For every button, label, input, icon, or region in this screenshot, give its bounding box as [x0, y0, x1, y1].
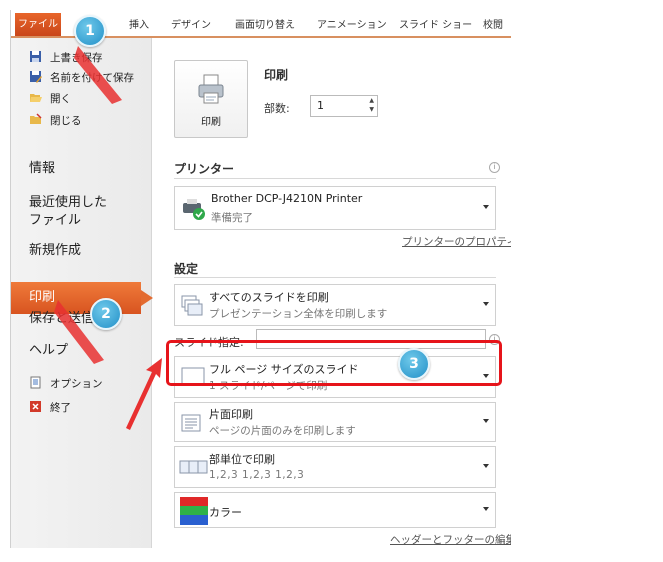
slides-subtitle: プレゼンテーション全体を印刷します: [209, 308, 388, 320]
printer-status: 準備完了: [211, 212, 253, 224]
slides-title: すべてのスライドを印刷: [209, 291, 329, 304]
slides-dropdown[interactable]: すべてのスライドを印刷 プレゼンテーション全体を印刷します: [174, 284, 496, 326]
printer-status-icon: [183, 199, 205, 220]
floppy-disk-icon: [30, 51, 41, 62]
step-badge-1: 1: [74, 15, 106, 47]
menu-item-label: 最近使用した: [29, 195, 108, 210]
collate-dropdown[interactable]: 部単位で印刷 1,2,3 1,2,3 1,2,3: [174, 446, 496, 488]
tab-slideshow[interactable]: スライド ショー: [399, 16, 472, 31]
printer-dropdown[interactable]: Brother DCP-J4210N Printer 準備完了: [174, 186, 496, 230]
menu-item-help[interactable]: ヘルプ: [29, 342, 68, 360]
color-dropdown[interactable]: カラー: [174, 492, 496, 528]
info-icon[interactable]: i: [489, 162, 500, 173]
print-title: 印刷: [264, 68, 289, 82]
tab-design[interactable]: デザイン: [171, 16, 211, 31]
printer-name: Brother DCP-J4210N Printer: [211, 192, 363, 205]
collate-subtitle: 1,2,3 1,2,3 1,2,3: [209, 469, 305, 481]
layout-highlight-box: [166, 340, 502, 386]
settings-section-title: 設定: [174, 262, 199, 276]
backstage-window: ファイル 挿入 デザイン 画面切り替え アニメーション スライド ショー 校閲 …: [10, 10, 511, 548]
menu-item-label: ファイル: [29, 213, 82, 228]
menu-item-new[interactable]: 新規作成: [29, 242, 81, 260]
menu-item-label: 終了: [50, 402, 71, 414]
save-as-icon: [30, 71, 42, 83]
chevron-down-icon: [483, 302, 489, 306]
tab-insert[interactable]: 挿入: [129, 16, 149, 31]
copies-label: 部数:: [264, 102, 290, 115]
printer-section-title: プリンター: [174, 162, 235, 176]
open-folder-icon: [30, 94, 42, 102]
collate-title: 部単位で印刷: [209, 453, 275, 466]
printer-icon: [198, 74, 224, 104]
color-title: カラー: [209, 506, 242, 519]
menu-item-save-send[interactable]: 保存と送信: [29, 310, 94, 328]
header-footer-link[interactable]: ヘッダーとフッターの編集: [390, 532, 511, 547]
chevron-down-icon: [483, 464, 489, 468]
print-button[interactable]: 印刷: [174, 60, 248, 138]
tab-file[interactable]: ファイル: [15, 13, 61, 36]
print-panel: 印刷 印刷 部数: 1 ▲ ▼ プリンター i Brother DCP-J421…: [152, 38, 511, 548]
copies-spinner[interactable]: 1 ▲ ▼: [310, 95, 378, 117]
tab-animations[interactable]: アニメーション: [317, 16, 387, 31]
step-badge-3: 3: [398, 348, 430, 380]
print-button-label: 印刷: [201, 117, 221, 128]
copies-value: 1: [317, 99, 324, 112]
all-slides-icon: [181, 295, 203, 316]
menu-item-info[interactable]: 情報: [29, 160, 55, 178]
divider: [174, 277, 496, 278]
step-badge-2: 2: [90, 298, 122, 330]
chevron-down-icon: [483, 419, 489, 423]
menu-item-label: オプション: [50, 378, 103, 390]
menu-item-label: 開く: [50, 93, 71, 105]
sides-subtitle: ページの片面のみを印刷します: [209, 425, 356, 437]
one-sided-icon: [181, 414, 201, 432]
sides-dropdown[interactable]: 片面印刷 ページの片面のみを印刷します: [174, 402, 496, 442]
backstage-menu: 上書き保存 名前を付けて保存 開く 閉じる 情報 最近使用した ファイル 新規作…: [11, 38, 153, 548]
menu-item-label: 名前を付けて保存: [50, 72, 134, 84]
menu-item-label: 上書き保存: [50, 52, 103, 64]
menu-item-label: 閉じる: [50, 115, 82, 127]
tab-review[interactable]: 校閲: [483, 16, 503, 31]
spin-up-icon[interactable]: ▲: [369, 97, 374, 104]
spin-down-icon[interactable]: ▼: [369, 106, 374, 113]
close-folder-icon: [30, 113, 42, 124]
color-swatch-icon: [180, 497, 208, 525]
tab-transitions[interactable]: 画面切り替え: [235, 16, 295, 31]
collated-icon: [179, 460, 208, 474]
divider: [174, 178, 496, 179]
options-icon: [30, 376, 41, 389]
exit-icon: [30, 401, 41, 412]
chevron-down-icon: [483, 507, 489, 511]
printer-properties-link[interactable]: プリンターのプロパティ: [402, 234, 511, 249]
sides-title: 片面印刷: [209, 408, 253, 421]
menu-item-recent[interactable]: 最近使用した ファイル: [29, 194, 107, 230]
chevron-down-icon: [483, 205, 489, 209]
